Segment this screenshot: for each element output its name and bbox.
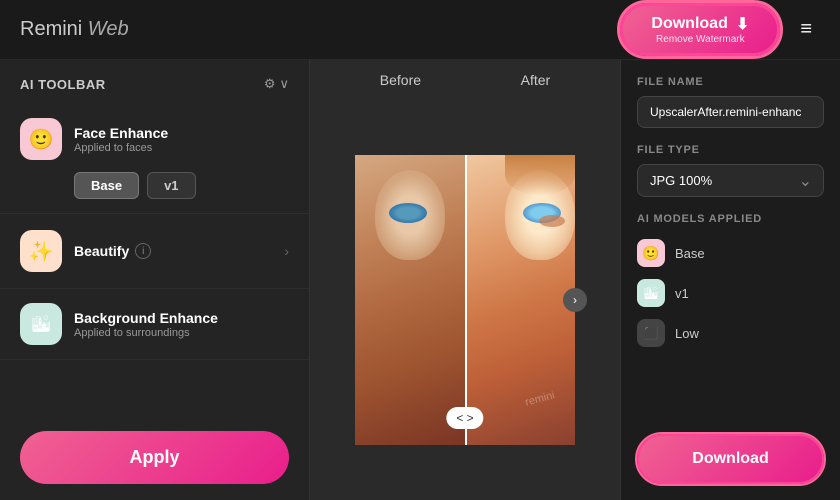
model-v1: 🏙 v1 [637,273,824,313]
version-base-button[interactable]: Base [74,172,139,199]
after-image [465,155,575,445]
model-base-icon: 🙂 [637,239,665,267]
face-enhance-icon: 🙂 [20,118,62,160]
face-enhance-name: Face Enhance [74,125,289,141]
background-enhance-tool: 🏙 Background Enhance Applied to surround… [0,289,309,360]
apply-label: Apply [129,447,179,467]
file-type-wrapper: JPG 100% JPG 80% PNG WEBP [637,164,824,197]
model-low-name: Low [675,326,699,341]
remove-watermark-label: Remove Watermark [656,34,745,45]
download-bottom-button[interactable]: Download [637,434,824,484]
model-v1-name: v1 [675,286,689,301]
download-icon: ⬇ [736,14,749,34]
background-enhance-info: Background Enhance Applied to surroundin… [74,310,289,339]
sidebar: AI TOOLBAR ⚙ ∨ 🙂 Face Enhance Applied to… [0,60,310,500]
right-panel: FILE NAME UpscalerAfter.remini-enhanc FI… [620,60,840,500]
face-enhance-tool: 🙂 Face Enhance Applied to faces Base v1 [0,104,309,214]
model-low: ⬛ Low [637,313,824,353]
file-type-label: FILE TYPE [637,144,824,156]
ai-models-label: AI MODELS APPLIED [637,213,824,225]
download-text: Download [651,15,727,33]
before-after-labels: Before After [310,60,620,100]
beautify-icon: ✨ [20,230,62,272]
face-enhance-info: Face Enhance Applied to faces [74,125,289,154]
divider-handle[interactable]: < > [446,407,483,429]
header-actions: Download ⬇ Remove Watermark ≡ [620,3,820,56]
settings-chevron: ∨ [279,76,289,92]
ai-toolbar-title: AI TOOLBAR [20,77,106,92]
main-layout: AI TOOLBAR ⚙ ∨ 🙂 Face Enhance Applied to… [0,60,840,500]
header: Remini Web Download ⬇ Remove Watermark ≡ [0,0,840,60]
background-enhance-icon: 🏙 [20,303,62,345]
logo: Remini Web [20,18,129,41]
beautify-info-button[interactable]: i [135,243,151,259]
image-container: › < > remini [310,100,620,500]
logo-sub: Web [82,18,128,40]
before-image [355,155,465,445]
after-label: After [521,72,551,88]
expand-button[interactable]: › [563,288,587,312]
divider-line [465,155,467,445]
background-enhance-header: 🏙 Background Enhance Applied to surround… [20,303,289,345]
file-name-label: FILE NAME [637,76,824,88]
ai-models-section: AI MODELS APPLIED 🙂 Base 🏙 v1 ⬛ Low [637,213,824,418]
toolbar-settings-button[interactable]: ⚙ ∨ [264,76,289,92]
model-base-name: Base [675,246,705,261]
model-v1-icon: 🏙 [637,279,665,307]
settings-icon: ⚙ [264,76,276,92]
apply-section: Apply [0,415,309,500]
comparison-image: › < > remini [355,155,575,445]
download-bottom-label: Download [692,450,768,467]
face-enhance-header: 🙂 Face Enhance Applied to faces [20,118,289,160]
file-name-input[interactable]: UpscalerAfter.remini-enhanc [637,96,824,128]
model-base: 🙂 Base [637,233,824,273]
divider-arrows: < > [456,411,473,425]
version-v1-button[interactable]: v1 [147,172,195,199]
hamburger-button[interactable]: ≡ [792,14,820,45]
beautify-info: Beautify i [74,243,272,259]
beautify-name: Beautify [74,243,129,259]
beautify-tool: ✨ Beautify i › [0,214,309,289]
background-enhance-name: Background Enhance [74,310,289,326]
download-header-button[interactable]: Download ⬇ Remove Watermark [620,3,780,56]
version-buttons: Base v1 [74,172,289,199]
logo-main: Remini [20,18,82,40]
model-low-icon: ⬛ [637,319,665,347]
ai-toolbar-header: AI TOOLBAR ⚙ ∨ [0,60,309,104]
before-label: Before [380,72,421,88]
image-area: Before After [310,60,620,500]
beautify-arrow-icon: › [284,243,289,259]
background-enhance-sub: Applied to surroundings [74,327,289,339]
download-header-label: Download ⬇ [651,14,749,34]
face-enhance-sub: Applied to faces [74,142,289,154]
file-type-select[interactable]: JPG 100% JPG 80% PNG WEBP [637,164,824,197]
apply-button[interactable]: Apply [20,431,289,484]
